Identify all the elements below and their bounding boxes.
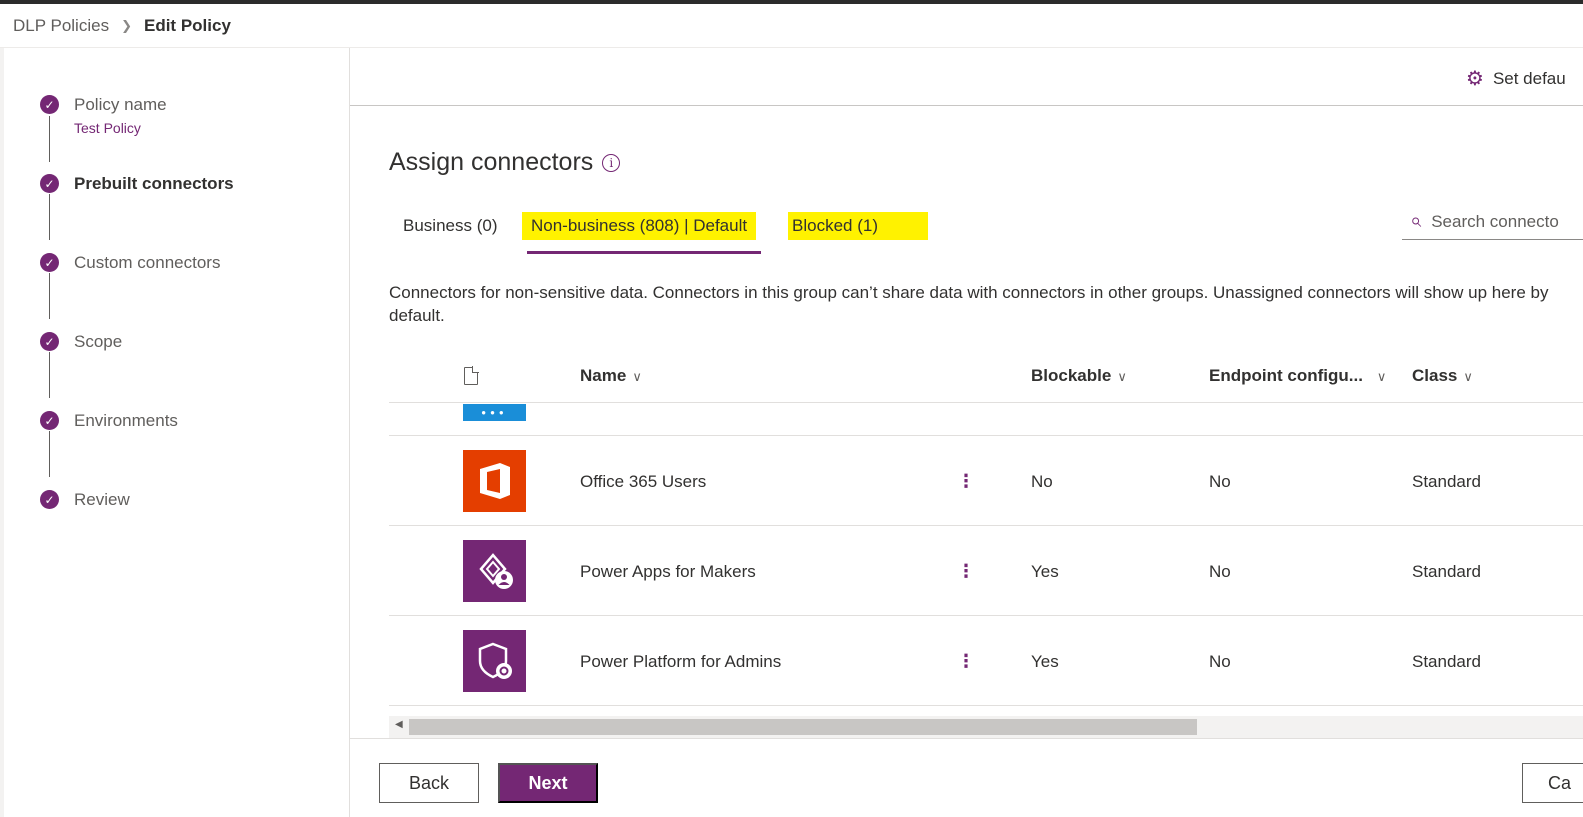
set-default-group-button[interactable]: ⚙ Set defau — [1466, 66, 1566, 91]
check-icon: ✓ — [40, 411, 59, 430]
column-header-label: Class — [1412, 366, 1458, 385]
search-placeholder: Search connecto — [1431, 211, 1559, 231]
search-icon: ⌕ — [1410, 210, 1422, 232]
blockable-value: Yes — [1031, 652, 1059, 671]
endpoint-value: No — [1209, 562, 1231, 581]
class-value: Standard — [1412, 652, 1481, 671]
more-options-icon[interactable]: ⋮ — [957, 652, 975, 670]
selected-tab-indicator — [527, 251, 761, 254]
class-value: Standard — [1412, 562, 1481, 581]
table-row[interactable]: Power Apps for Makers ⋮ Yes No Standard — [389, 526, 1583, 616]
connector-icon-partial: ●●● — [463, 404, 526, 421]
step-label: Custom connectors — [74, 253, 221, 272]
gear-icon: ⚙ — [1466, 68, 1484, 90]
table-header: Name ∨ Blockable ∨ Endpoint configu... ∨ Cl… — [389, 350, 1583, 403]
table-row[interactable]: Office 365 Users ⋮ No No Standard — [389, 436, 1583, 526]
command-bar: ⚙ Set defau — [350, 48, 1583, 106]
tab-blocked[interactable]: Blocked (1) — [788, 212, 928, 240]
step-policy-name[interactable]: ✓ Policy name Test Policy — [40, 95, 167, 136]
step-connector-line — [49, 431, 50, 477]
power-apps-makers-icon — [463, 540, 526, 602]
breadcrumb-edit-policy: Edit Policy — [143, 15, 231, 35]
step-review[interactable]: ✓ Review — [40, 490, 130, 509]
step-sublabel: Test Policy — [74, 120, 141, 136]
file-type-icon — [464, 366, 479, 385]
more-options-icon[interactable]: ⋮ — [957, 562, 975, 580]
class-value: Standard — [1412, 472, 1481, 491]
more-options-icon[interactable]: ⋮ — [957, 472, 975, 490]
page-title-text: Assign connectors — [389, 148, 594, 176]
step-label: Prebuilt connectors — [74, 174, 234, 193]
page-title: Assign connectors i — [389, 148, 621, 177]
breadcrumb: DLP Policies ❯ Edit Policy — [0, 4, 1583, 48]
step-prebuilt-connectors[interactable]: ✓ Prebuilt connectors — [40, 174, 234, 193]
chevron-down-icon: ∨ — [1117, 369, 1127, 384]
step-label: Policy name — [74, 95, 167, 114]
endpoint-value: No — [1209, 472, 1231, 491]
next-button[interactable]: Next — [498, 763, 598, 803]
power-platform-admins-icon — [463, 630, 526, 692]
check-icon: ✓ — [40, 490, 59, 509]
connector-name[interactable]: Power Apps for Makers — [580, 562, 756, 582]
scrollbar-thumb[interactable] — [409, 719, 1197, 735]
table-row-partial[interactable]: ●●● — [389, 404, 1583, 436]
search-connectors-input[interactable]: ⌕ Search connecto — [1402, 204, 1583, 240]
column-header-label: Name — [580, 366, 627, 385]
group-description: Connectors for non-sensitive data. Conne… — [389, 283, 1549, 325]
step-connector-line — [49, 194, 50, 240]
chevron-down-icon: ∨ — [632, 369, 642, 384]
breadcrumb-dlp-policies[interactable]: DLP Policies — [13, 16, 109, 36]
blockable-value: No — [1031, 472, 1053, 491]
column-header-label: Blockable — [1031, 366, 1112, 385]
endpoint-value: No — [1209, 652, 1231, 671]
tab-business[interactable]: Business (0) — [403, 212, 497, 240]
wizard-steps-panel: ✓ Policy name Test Policy ✓ Prebuilt con… — [0, 48, 350, 817]
step-label: Environments — [74, 411, 178, 430]
blockable-value: Yes — [1031, 562, 1059, 581]
chevron-right-icon: ❯ — [121, 17, 132, 33]
set-default-label: Set defau — [1492, 68, 1566, 88]
connector-name[interactable]: Office 365 Users — [580, 472, 706, 492]
check-icon: ✓ — [40, 332, 59, 351]
check-icon: ✓ — [40, 95, 59, 114]
step-label: Review — [74, 490, 130, 509]
column-header-name[interactable]: Name ∨ — [580, 366, 642, 386]
column-header-class[interactable]: Class ∨ — [1412, 366, 1473, 386]
scroll-left-arrow-icon[interactable]: ◀ — [395, 719, 403, 730]
cancel-button[interactable]: Ca — [1522, 763, 1583, 803]
chevron-down-icon: ∨ — [1463, 369, 1473, 384]
step-connector-line — [49, 352, 50, 398]
step-environments[interactable]: ✓ Environments — [40, 411, 178, 430]
horizontal-scrollbar[interactable]: ◀ — [389, 716, 1583, 738]
column-header-blockable[interactable]: Blockable ∨ — [1031, 366, 1127, 386]
table-row[interactable]: Power Platform for Admins ⋮ Yes No Stand… — [389, 616, 1583, 706]
info-icon[interactable]: i — [602, 153, 621, 172]
step-scope[interactable]: ✓ Scope — [40, 332, 122, 351]
office-365-icon — [463, 450, 526, 512]
connector-name[interactable]: Power Platform for Admins — [580, 652, 781, 672]
main-content: ⚙ Set defau Assign connectors i Business… — [350, 48, 1583, 817]
step-connector-line — [49, 273, 50, 319]
wizard-footer: Back Next Ca — [350, 738, 1583, 817]
check-icon: ✓ — [40, 253, 59, 272]
tab-non-business[interactable]: Non-business (808) | Default — [522, 212, 757, 240]
back-button[interactable]: Back — [379, 763, 479, 803]
step-custom-connectors[interactable]: ✓ Custom connectors — [40, 253, 220, 272]
chevron-down-icon: ∨ — [1376, 369, 1387, 384]
step-label: Scope — [74, 332, 123, 351]
check-icon: ✓ — [40, 174, 59, 193]
column-header-endpoint[interactable]: Endpoint configu... ∨ — [1209, 366, 1386, 386]
column-header-label: Endpoint configu... — [1209, 366, 1363, 385]
